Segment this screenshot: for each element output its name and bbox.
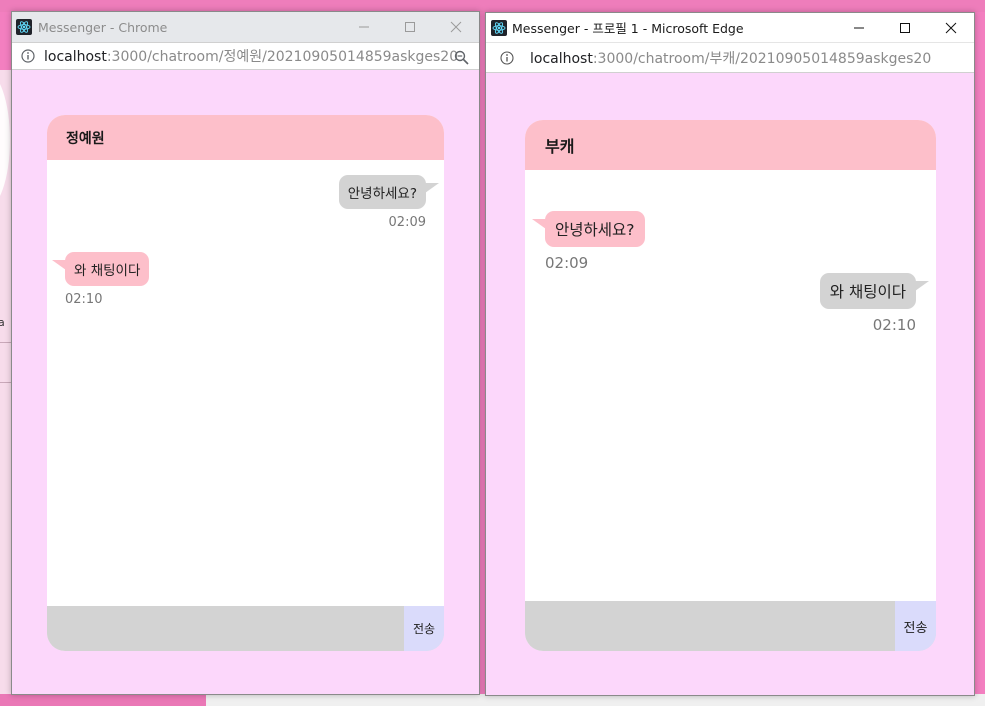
message-compose: 전송 bbox=[525, 601, 936, 651]
close-button[interactable] bbox=[928, 13, 974, 42]
maximize-button[interactable] bbox=[882, 13, 928, 42]
info-icon[interactable] bbox=[500, 50, 514, 65]
message-compose: 전송 bbox=[47, 606, 444, 651]
address-bar[interactable]: localhost:3000/chatroom/부캐/2021090501485… bbox=[486, 42, 974, 73]
close-icon bbox=[945, 22, 957, 33]
chat-header: 정예원 bbox=[47, 115, 444, 160]
window-controls bbox=[341, 12, 479, 42]
window-title: Messenger - Chrome bbox=[38, 19, 168, 35]
chrome-window: Messenger - Chrome localhost:3000/chatro… bbox=[11, 11, 480, 695]
minimize-button[interactable] bbox=[836, 13, 882, 42]
maximize-icon bbox=[405, 22, 415, 32]
minimize-button[interactable] bbox=[341, 12, 387, 42]
react-app-icon bbox=[491, 19, 507, 36]
message-bubble-theirs: 와 채팅이다 bbox=[51, 252, 150, 286]
title-bar[interactable]: Messenger - Chrome bbox=[12, 12, 479, 42]
minimize-icon bbox=[359, 26, 369, 28]
chat-room: 정예원 안녕하세요? 02:09 와 채팅이다 02:10 전송 bbox=[47, 115, 444, 651]
message-time: 02:09 bbox=[388, 215, 426, 230]
message-item: 안녕하세요? 02:09 bbox=[532, 211, 645, 272]
window-title: Messenger - 프로필 1 - Microsoft Edge bbox=[512, 21, 744, 36]
edge-window: Messenger - 프로필 1 - Microsoft Edge local… bbox=[485, 12, 975, 696]
desktop-bottom-left bbox=[0, 694, 206, 706]
message-bubble-mine: 안녕하세요? bbox=[338, 175, 440, 209]
url-text: localhost:3000/chatroom/부캐/2021090501485… bbox=[530, 48, 931, 68]
info-icon[interactable] bbox=[21, 49, 35, 63]
chat-header: 부캐 bbox=[525, 120, 936, 170]
maximize-button[interactable] bbox=[387, 12, 433, 42]
message-time: 02:10 bbox=[872, 316, 916, 334]
message-list[interactable]: 안녕하세요? 02:09 와 채팅이다 02:10 bbox=[47, 160, 444, 606]
address-bar[interactable]: localhost:3000/chatroom/정예원/202109050148… bbox=[12, 42, 479, 70]
message-input[interactable] bbox=[47, 606, 404, 651]
url-host: localhost bbox=[530, 50, 593, 67]
background-text: a bbox=[0, 316, 5, 329]
message-time: 02:10 bbox=[65, 292, 103, 307]
message-input[interactable] bbox=[525, 601, 895, 651]
message-item: 와 채팅이다 02:10 bbox=[51, 252, 150, 307]
url-host: localhost bbox=[44, 49, 107, 65]
react-app-icon bbox=[16, 19, 32, 35]
chat-room: 부캐 안녕하세요? 02:09 와 채팅이다 02:10 전송 bbox=[525, 120, 936, 651]
message-time: 02:09 bbox=[545, 254, 589, 272]
background-circle bbox=[0, 70, 10, 210]
message-bubble-mine: 와 채팅이다 bbox=[819, 273, 930, 309]
url-text: localhost:3000/chatroom/정예원/202109050148… bbox=[44, 46, 458, 66]
maximize-icon bbox=[900, 22, 910, 33]
send-button[interactable]: 전송 bbox=[404, 606, 444, 651]
url-path: :3000/chatroom/정예원/20210905014859askges2… bbox=[106, 49, 459, 65]
message-item: 와 채팅이다 02:10 bbox=[819, 273, 930, 334]
message-list[interactable]: 안녕하세요? 02:09 와 채팅이다 02:10 bbox=[525, 170, 936, 601]
zoom-icon[interactable] bbox=[454, 50, 469, 65]
window-controls bbox=[836, 13, 974, 42]
message-item: 안녕하세요? 02:09 bbox=[338, 175, 440, 230]
send-button[interactable]: 전송 bbox=[895, 601, 936, 651]
minimize-icon bbox=[854, 27, 864, 28]
close-icon bbox=[450, 21, 462, 33]
url-path: :3000/chatroom/부캐/20210905014859askges20 bbox=[592, 50, 932, 67]
close-button[interactable] bbox=[433, 12, 479, 42]
title-bar[interactable]: Messenger - 프로필 1 - Microsoft Edge bbox=[486, 13, 974, 42]
message-bubble-theirs: 안녕하세요? bbox=[532, 211, 645, 247]
